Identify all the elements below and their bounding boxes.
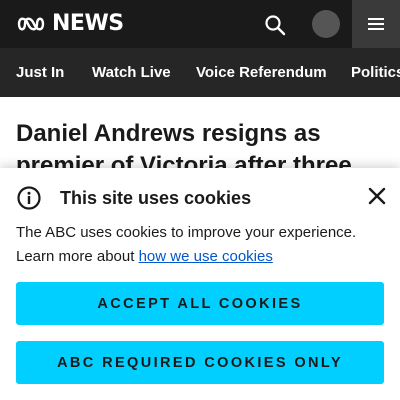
cookie-banner-title: This site uses cookies [60, 187, 252, 208]
cookie-banner-header: This site uses cookies [16, 185, 251, 211]
nav-item-watch-live[interactable]: Watch Live [92, 48, 171, 97]
cookie-banner-text: The ABC uses cookies to improve your exp… [16, 221, 386, 269]
accept-all-cookies-button[interactable]: ACCEPT ALL COOKIES [16, 282, 384, 325]
menu-button[interactable] [352, 0, 400, 48]
nav-item-voice-referendum[interactable]: Voice Referendum [196, 48, 327, 97]
required-cookies-only-button[interactable]: ABC REQUIRED COOKIES ONLY [16, 341, 384, 384]
top-bar: NEWS [0, 0, 400, 48]
abc-logo-icon [17, 17, 45, 31]
close-icon [368, 187, 386, 205]
avatar[interactable] [312, 10, 340, 38]
cookie-policy-link[interactable]: how we use cookies [139, 248, 273, 265]
nav-item-just-in[interactable]: Just In [16, 48, 64, 97]
search-button[interactable] [262, 12, 288, 38]
close-button[interactable] [366, 185, 388, 207]
section-nav: Just In Watch Live Voice Referendum Poli… [0, 48, 400, 97]
cookie-banner: This site uses cookies The ABC uses cook… [0, 168, 400, 400]
nav-item-politics[interactable]: Politics [351, 48, 400, 97]
abc-news-logo[interactable]: NEWS [16, 13, 124, 35]
logo-text: NEWS [52, 11, 124, 36]
search-icon [265, 15, 286, 36]
hamburger-menu-icon [368, 18, 384, 30]
info-icon [17, 186, 41, 210]
